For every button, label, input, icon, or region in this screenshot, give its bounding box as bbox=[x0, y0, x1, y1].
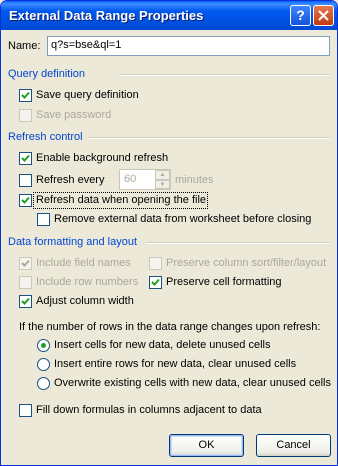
window-title: External Data Range Properties bbox=[9, 8, 204, 23]
save-query-checkbox[interactable] bbox=[19, 89, 32, 102]
separator bbox=[89, 137, 330, 139]
insert-cells-label: Insert cells for new data, delete unused… bbox=[54, 339, 271, 351]
query-definition-title: Query definition bbox=[8, 68, 86, 80]
remove-external-label: Remove external data from worksheet befo… bbox=[54, 213, 312, 225]
insert-rows-radio[interactable] bbox=[37, 358, 50, 371]
checkmark-icon bbox=[21, 154, 30, 162]
cancel-button[interactable]: Cancel bbox=[256, 434, 331, 457]
name-input[interactable]: q?s=bse&ql=1 bbox=[47, 36, 330, 56]
include-row-numbers-label: Include row numbers bbox=[36, 276, 139, 288]
separator bbox=[120, 74, 330, 76]
refresh-every-checkbox[interactable] bbox=[19, 174, 32, 187]
separator bbox=[147, 242, 330, 244]
refresh-control-title: Refresh control bbox=[8, 131, 83, 143]
help-button[interactable]: ? bbox=[290, 5, 311, 26]
adjust-column-width-label: Adjust column width bbox=[36, 295, 134, 307]
save-password-checkbox[interactable] bbox=[19, 109, 32, 122]
ok-button[interactable]: OK bbox=[169, 434, 244, 457]
rows-change-prompt: If the number of rows in the data range … bbox=[19, 321, 321, 333]
refresh-on-open-checkbox[interactable] bbox=[19, 194, 32, 207]
background-refresh-label: Enable background refresh bbox=[36, 152, 169, 164]
title-bar: External Data Range Properties ? bbox=[1, 1, 337, 30]
include-field-names-checkbox[interactable] bbox=[19, 257, 32, 270]
radio-selected-dot bbox=[41, 343, 46, 348]
spin-down-icon[interactable]: ▼ bbox=[155, 179, 170, 189]
spin-up-icon[interactable]: ▲ bbox=[155, 170, 170, 180]
fill-down-label: Fill down formulas in columns adjacent t… bbox=[36, 404, 262, 416]
refresh-every-label: Refresh every bbox=[36, 174, 105, 186]
name-label: Name: bbox=[8, 40, 41, 52]
remove-external-checkbox[interactable] bbox=[37, 213, 50, 226]
preserve-cell-formatting-checkbox[interactable] bbox=[149, 276, 162, 289]
preserve-sort-checkbox[interactable] bbox=[149, 257, 162, 270]
close-button[interactable] bbox=[313, 5, 334, 26]
save-query-label: Save query definition bbox=[36, 89, 139, 101]
dialog-window: External Data Range Properties ? Name: q… bbox=[0, 0, 338, 466]
adjust-column-width-checkbox[interactable] bbox=[19, 295, 32, 308]
checkmark-icon bbox=[21, 196, 30, 204]
preserve-sort-label: Preserve column sort/filter/layout bbox=[166, 257, 327, 269]
checkmark-icon bbox=[21, 259, 30, 267]
checkmark-icon bbox=[151, 278, 160, 286]
insert-rows-label: Insert entire rows for new data, clear u… bbox=[54, 358, 297, 370]
include-row-numbers-checkbox[interactable] bbox=[19, 276, 32, 289]
background-refresh-checkbox[interactable] bbox=[19, 152, 32, 165]
refresh-minutes-stepper[interactable]: 60 ▲ ▼ bbox=[119, 169, 171, 190]
refresh-on-open-label: Refresh data when opening the file bbox=[36, 194, 207, 206]
checkmark-icon bbox=[21, 91, 30, 99]
fill-down-checkbox[interactable] bbox=[19, 404, 32, 417]
insert-cells-radio[interactable] bbox=[37, 339, 50, 352]
close-icon bbox=[318, 10, 329, 21]
include-field-names-label: Include field names bbox=[36, 257, 131, 269]
preserve-cell-formatting-label: Preserve cell formatting bbox=[166, 276, 282, 288]
overwrite-cells-radio[interactable] bbox=[37, 377, 50, 390]
save-password-label: Save password bbox=[36, 109, 112, 121]
checkmark-icon bbox=[21, 297, 30, 305]
overwrite-cells-label: Overwrite existing cells with new data, … bbox=[54, 377, 331, 389]
refresh-minutes-value: 60 bbox=[124, 173, 137, 185]
refresh-minutes-unit: minutes bbox=[175, 174, 214, 186]
spinner-buttons: ▲ ▼ bbox=[155, 170, 170, 189]
formatting-title: Data formatting and layout bbox=[8, 236, 138, 248]
